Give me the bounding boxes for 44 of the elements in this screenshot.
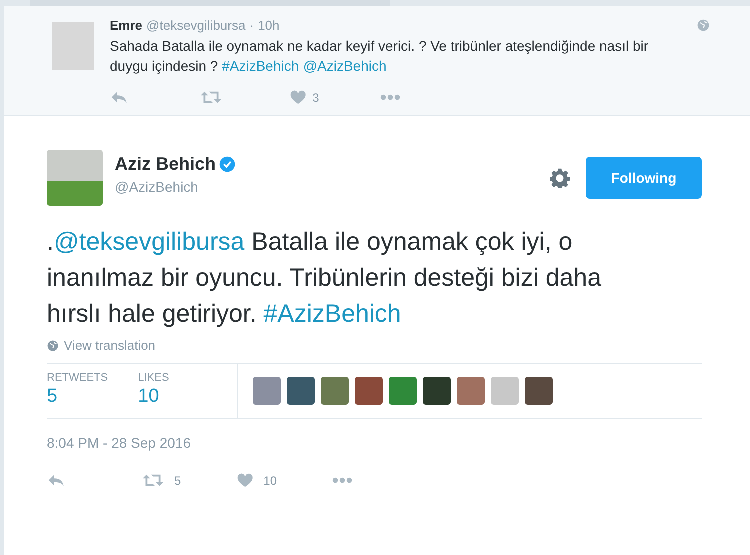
following-button[interactable]: Following: [586, 157, 702, 199]
liker-avatar-photo-placeholder[interactable]: [525, 377, 553, 405]
action-count: 10: [264, 474, 278, 488]
tweet-text: .@teksevgilibursa Batalla ile oynamak çok iyi, o inanılmaz bir oyuncu. Tribünlerin desteği bizi daha hırslı hale getiriyor. #AzizBehich: [47, 227, 602, 330]
liker-avatar-photo-placeholder[interactable]: [321, 377, 349, 405]
liker-avatar-photo-placeholder[interactable]: [491, 377, 519, 405]
heart-icon[interactable]: [237, 473, 254, 488]
more-icon[interactable]: [380, 94, 401, 101]
tweet-time[interactable]: 10h: [258, 18, 280, 33]
retweet-icon[interactable]: [200, 90, 222, 105]
reply-icon[interactable]: [110, 90, 129, 105]
avatar-photo-placeholder[interactable]: [47, 150, 103, 206]
stat-count[interactable]: 10: [138, 386, 170, 408]
reply-icon[interactable]: [47, 473, 66, 488]
liker-avatar-photo-placeholder[interactable]: [287, 377, 315, 405]
liker-avatar-photo-placeholder[interactable]: [253, 377, 281, 405]
globe-icon: [47, 340, 59, 352]
heart-icon[interactable]: [290, 90, 307, 105]
action-count: 5: [174, 474, 182, 488]
stat-count[interactable]: 5: [47, 386, 108, 408]
view-translation-link[interactable]: View translation: [64, 338, 156, 353]
tweet-link[interactable]: @teksevgilibursa: [54, 228, 245, 256]
globe-icon: [697, 19, 710, 32]
user-name[interactable]: Aziz Behich: [115, 154, 216, 175]
tweet-timestamp: 8:04 PM - 28 Sep 2016: [47, 435, 192, 451]
tweet-link[interactable]: #AzizBehich: [222, 58, 300, 74]
retweet-icon[interactable]: [142, 473, 164, 488]
stat-label: LIKES: [138, 372, 170, 384]
separator-dot: ·: [250, 18, 254, 33]
stat-label: RETWEETS: [47, 372, 108, 384]
liker-avatar-photo-placeholder[interactable]: [389, 377, 417, 405]
tweet-link[interactable]: #AzizBehich: [264, 300, 402, 328]
action-count: 3: [312, 90, 320, 104]
liker-avatar-photo-placeholder[interactable]: [457, 377, 485, 405]
avatar-photo-placeholder: [52, 22, 94, 70]
tweet-link[interactable]: @AzizBehich: [303, 58, 387, 74]
more-icon[interactable]: [332, 477, 353, 484]
user-handle[interactable]: @AzizBehich: [115, 179, 550, 195]
user-name[interactable]: Emre: [110, 18, 143, 33]
liker-avatar-photo-placeholder[interactable]: [423, 377, 451, 405]
tweet-text: Sahada Batalla ile oynamak ne kadar keyif verici. ? Ve tribünler ateşlendiğinde nasıl bir duygu içindesin ? #AzizBehich @AzizBehich: [110, 37, 650, 76]
settings-icon[interactable]: [550, 168, 570, 188]
user-handle[interactable]: @teksevgilibursa: [146, 18, 246, 33]
liker-avatar-photo-placeholder[interactable]: [355, 377, 383, 405]
